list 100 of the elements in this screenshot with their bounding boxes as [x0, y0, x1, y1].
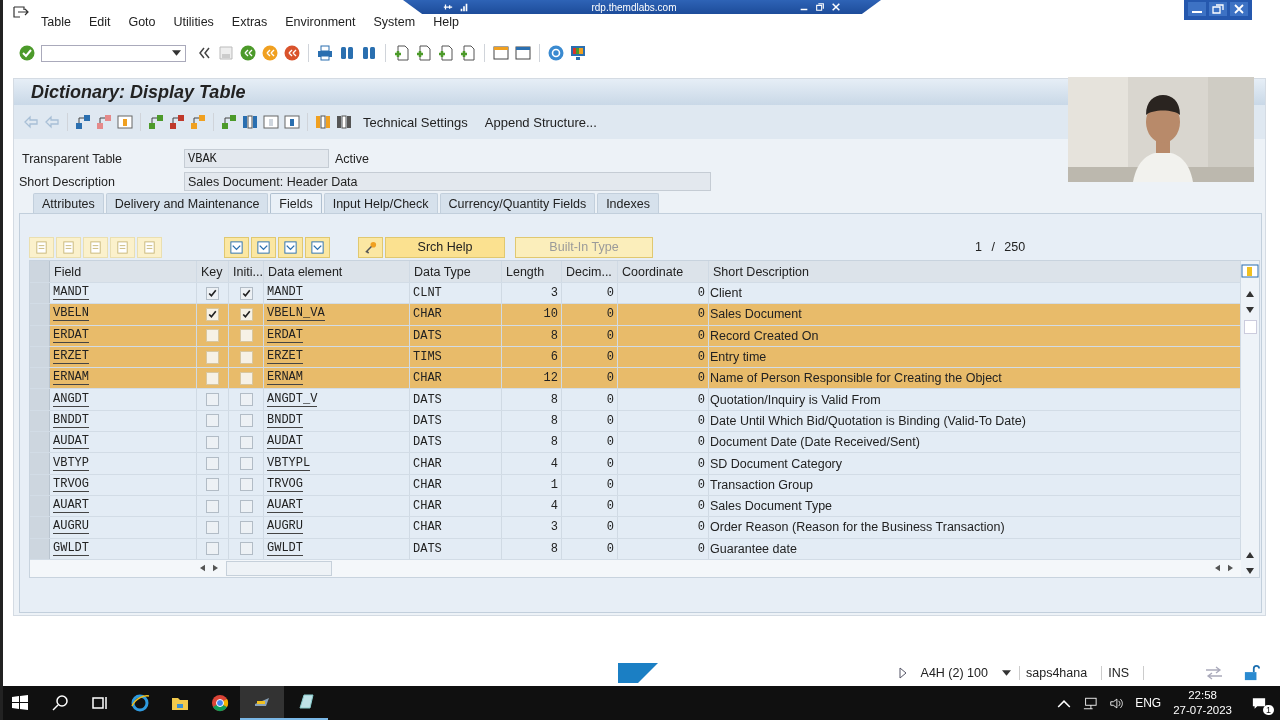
network-icon[interactable] — [1083, 696, 1098, 710]
enter-icon[interactable] — [19, 45, 35, 61]
double-chevron-icon[interactable] — [196, 45, 212, 61]
data-element-link[interactable]: AUDAT — [267, 435, 303, 450]
checkbox[interactable] — [239, 307, 253, 321]
toolbar-button[interactable]: Srch Help — [385, 236, 505, 258]
menu-icon[interactable] — [13, 6, 29, 20]
field-name-link[interactable]: ERZET — [53, 350, 89, 365]
checkbox[interactable] — [239, 478, 253, 492]
column-header[interactable]: Decim... — [562, 261, 618, 282]
field-name-link[interactable]: MANDT — [53, 286, 89, 301]
tab[interactable]: Fields — [270, 193, 322, 213]
data-element-link[interactable]: ERZET — [267, 350, 303, 365]
field-name-link[interactable]: ERDAT — [53, 328, 89, 343]
menu-item[interactable]: Utilities — [173, 15, 214, 30]
data-element-link[interactable]: VBTYPL — [267, 456, 311, 471]
scroll-up-icon[interactable] — [1246, 551, 1254, 558]
column-settings-icon[interactable] — [1241, 264, 1259, 278]
field-name-link[interactable]: AUART — [53, 499, 89, 514]
scroll-down-icon[interactable] — [1246, 567, 1254, 574]
checkbox[interactable] — [239, 499, 253, 513]
expand-icon[interactable] — [224, 236, 249, 258]
scroll-right-icon[interactable] — [213, 564, 218, 573]
menu-item[interactable]: Goto — [128, 15, 156, 30]
checkbox[interactable] — [206, 520, 219, 534]
scroll-up-icon[interactable] — [1246, 291, 1254, 297]
data-element-link[interactable]: ERDAT — [267, 328, 303, 343]
scrollbar-thumb[interactable] — [1243, 320, 1257, 334]
data-element-link[interactable]: GWLDT — [267, 541, 303, 556]
scroll-down-icon[interactable] — [1246, 307, 1254, 313]
menu-item[interactable]: Extras — [231, 15, 268, 30]
checkbox[interactable] — [239, 350, 253, 364]
column-header[interactable]: Key — [197, 261, 229, 282]
toolbar-button[interactable]: Technical Settings — [357, 114, 474, 130]
restore-icon[interactable] — [1208, 1, 1228, 17]
monitor-icon[interactable] — [570, 45, 586, 61]
tab[interactable]: Attributes — [33, 193, 104, 213]
back-icon[interactable] — [240, 45, 256, 61]
first-page-icon[interactable] — [394, 45, 410, 61]
checkbox[interactable] — [206, 542, 219, 556]
toolbar-button[interactable]: Append Structure... — [478, 114, 603, 130]
column-header[interactable]: Initi... — [229, 261, 264, 282]
tab[interactable]: Indexes — [597, 193, 659, 213]
table-row[interactable]: ERZET ERZET TIMS 6 0 0 Entry time — [30, 346, 1241, 369]
checkbox[interactable] — [239, 435, 253, 449]
checkbox[interactable] — [206, 457, 219, 470]
field-name-link[interactable]: GWLDT — [53, 541, 89, 556]
checkbox[interactable] — [206, 414, 219, 428]
checkbox[interactable] — [206, 329, 219, 343]
data-element-link[interactable]: AUART — [267, 499, 303, 514]
field-name-link[interactable]: BNDDT — [53, 413, 89, 428]
scroll-left-icon[interactable] — [200, 564, 205, 573]
previous-page-icon[interactable] — [416, 45, 432, 61]
checkbox[interactable] — [206, 478, 219, 492]
tab[interactable]: Delivery and Maintenance — [105, 193, 269, 213]
field-name-link[interactable]: AUGRU — [53, 520, 89, 535]
data-element-link[interactable]: VBELN_VA — [267, 307, 325, 322]
table-row[interactable]: AUGRU AUGRU CHAR 3 0 0 Order Reason (Reason for the Business Transaction) — [30, 517, 1241, 539]
save-icon[interactable] — [218, 45, 234, 61]
column-header[interactable]: Coordinate — [618, 261, 709, 282]
menu-item[interactable]: Environment — [285, 15, 356, 30]
table-row[interactable]: VBELN VBELN_VA CHAR 10 0 0 Sales Document — [30, 304, 1241, 326]
checkbox[interactable] — [206, 371, 219, 385]
caret-icon[interactable] — [1002, 670, 1011, 676]
checkbox[interactable] — [239, 286, 253, 300]
back-arrow-icon[interactable] — [23, 114, 39, 130]
field-name-link[interactable]: ANGDT — [53, 392, 89, 407]
table-row[interactable]: GWLDT GWLDT DATS 8 0 0 Guarantee date — [30, 538, 1241, 560]
data-element-link[interactable]: ERNAM — [267, 371, 303, 386]
checkbox[interactable] — [206, 435, 219, 449]
table-row[interactable]: ERDAT ERDAT DATS 8 0 0 Record Created On — [30, 325, 1241, 347]
notification-icon[interactable] — [1252, 696, 1266, 710]
scroll-right-icon[interactable] — [1228, 564, 1233, 573]
data-element-link[interactable]: BNDDT — [267, 413, 303, 428]
exit-icon[interactable] — [262, 45, 278, 61]
tab[interactable]: Currency/Quantity Fields — [439, 193, 596, 213]
new-window-icon[interactable] — [493, 45, 509, 61]
column-header[interactable]: Data element — [264, 261, 410, 282]
restore-icon[interactable] — [815, 2, 825, 12]
table-row[interactable]: AUART AUART CHAR 4 0 0 Sales Document Type — [30, 495, 1241, 518]
checkbox[interactable] — [206, 286, 219, 300]
find-icon[interactable] — [339, 45, 355, 61]
column-header[interactable]: Data Type — [410, 261, 502, 282]
checkbox[interactable] — [239, 414, 253, 428]
checkbox[interactable] — [239, 457, 253, 470]
scroll-left-icon[interactable] — [1215, 564, 1220, 573]
field-name-link[interactable]: ERNAM — [53, 371, 89, 386]
system-info[interactable]: A4H (2) 100 — [914, 666, 994, 680]
data-element-link[interactable]: MANDT — [267, 286, 303, 301]
close-icon[interactable] — [1229, 1, 1249, 17]
column-header[interactable]: Length — [502, 261, 562, 282]
checkbox[interactable] — [239, 393, 253, 407]
find-next-icon[interactable] — [361, 45, 377, 61]
menu-item[interactable]: Edit — [88, 15, 111, 30]
volume-icon[interactable] — [1109, 696, 1124, 710]
print-icon[interactable] — [317, 45, 333, 61]
field-name-link[interactable]: VBELN — [53, 307, 89, 322]
table-row[interactable]: ANGDT ANGDT_V DATS 8 0 0 Quotation/Inquiry is Valid From — [30, 389, 1241, 411]
next-page-icon[interactable] — [438, 45, 454, 61]
help-icon[interactable] — [548, 45, 564, 61]
